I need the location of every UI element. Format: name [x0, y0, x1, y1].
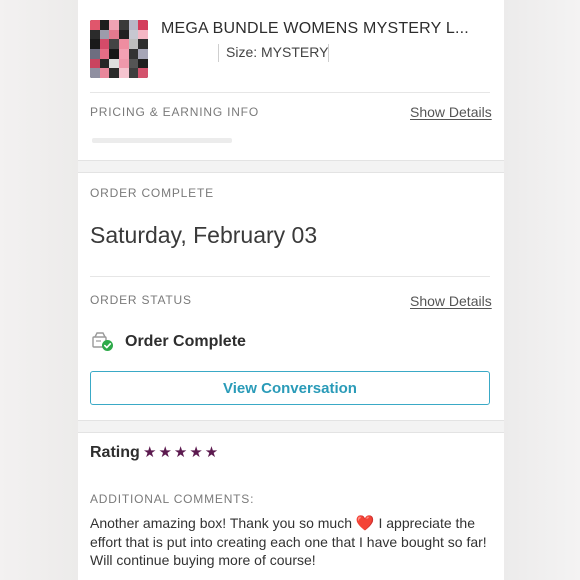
divider	[218, 44, 219, 62]
thumbnail-tile	[138, 49, 148, 59]
divider	[328, 44, 329, 62]
thumbnail-tile	[119, 20, 129, 30]
thumbnail-tile	[90, 29, 100, 40]
thumbnail-tile	[109, 49, 119, 59]
comment-part-1: Another amazing box! Thank you so much	[90, 515, 353, 531]
rating-label: Rating	[90, 444, 140, 461]
thumbnail-tile	[138, 20, 148, 30]
thumbnail-tile	[128, 20, 139, 30]
size-label: Size: MYSTERY	[226, 44, 329, 60]
comment-text: Another amazing box! Thank you so much ❤…	[90, 514, 496, 569]
thumbnail-tile	[109, 39, 119, 49]
pricing-heading: PRICING & EARNING INFO	[90, 105, 259, 119]
thumbnail-tile	[138, 68, 148, 78]
background-left	[0, 0, 78, 580]
comments-heading: ADDITIONAL COMMENTS:	[90, 492, 255, 506]
thumbnail-tile	[119, 39, 129, 49]
thumbnail-tile	[109, 20, 119, 30]
thumbnail-tile	[138, 29, 148, 40]
section-separator	[78, 420, 504, 433]
thumbnail-tile	[90, 49, 100, 59]
section-separator	[78, 160, 504, 173]
thumbnail-tile	[99, 68, 110, 78]
thumbnail-tile	[109, 58, 119, 69]
thumbnail-tile	[128, 68, 139, 78]
thumbnail-tile	[119, 49, 129, 59]
thumbnail-tile	[128, 58, 139, 69]
order-complete-icon	[92, 332, 114, 352]
thumbnail-tile	[128, 39, 139, 49]
divider	[90, 276, 490, 277]
thumbnail-tile	[90, 58, 100, 69]
thumbnail-tile	[128, 49, 139, 59]
order-complete-heading: ORDER COMPLETE	[90, 186, 214, 200]
thumbnail-tile	[109, 68, 119, 78]
product-section: MEGA BUNDLE WOMENS MYSTERY L... Size: MY…	[78, 0, 504, 92]
thumbnail-tile	[90, 20, 100, 30]
thumbnail-tile	[99, 20, 110, 30]
thumbnail-tile	[138, 58, 148, 69]
order-status-heading: ORDER STATUS	[90, 293, 192, 307]
thumbnail-tile	[90, 39, 100, 49]
divider	[90, 92, 490, 93]
status-show-details-link[interactable]: Show Details	[410, 293, 492, 309]
thumbnail-tile	[119, 68, 129, 78]
thumbnail-tile	[99, 29, 110, 40]
thumbnail-tile	[99, 58, 110, 69]
faded-row	[92, 138, 232, 143]
thumbnail-tile	[119, 58, 129, 69]
thumbnail-tile	[99, 39, 110, 49]
heart-icon: ❤️	[355, 515, 375, 532]
thumbnail-tile	[128, 29, 139, 40]
product-thumbnail[interactable]	[90, 20, 148, 78]
background-right	[504, 0, 580, 580]
thumbnail-tile	[99, 49, 110, 59]
pricing-show-details-link[interactable]: Show Details	[410, 104, 492, 120]
view-conversation-button[interactable]: View Conversation	[90, 371, 490, 405]
order-status-text: Order Complete	[125, 333, 246, 350]
product-title[interactable]: MEGA BUNDLE WOMENS MYSTERY L...	[161, 20, 469, 38]
thumbnail-tile	[119, 29, 129, 40]
thumbnail-tile	[90, 68, 100, 78]
order-details-card: MEGA BUNDLE WOMENS MYSTERY L... Size: MY…	[78, 0, 504, 580]
order-date: Saturday, February 03	[90, 222, 318, 248]
thumbnail-tile	[138, 39, 148, 49]
rating-stars: ★★★★★	[143, 444, 221, 461]
thumbnail-tile	[109, 29, 119, 40]
